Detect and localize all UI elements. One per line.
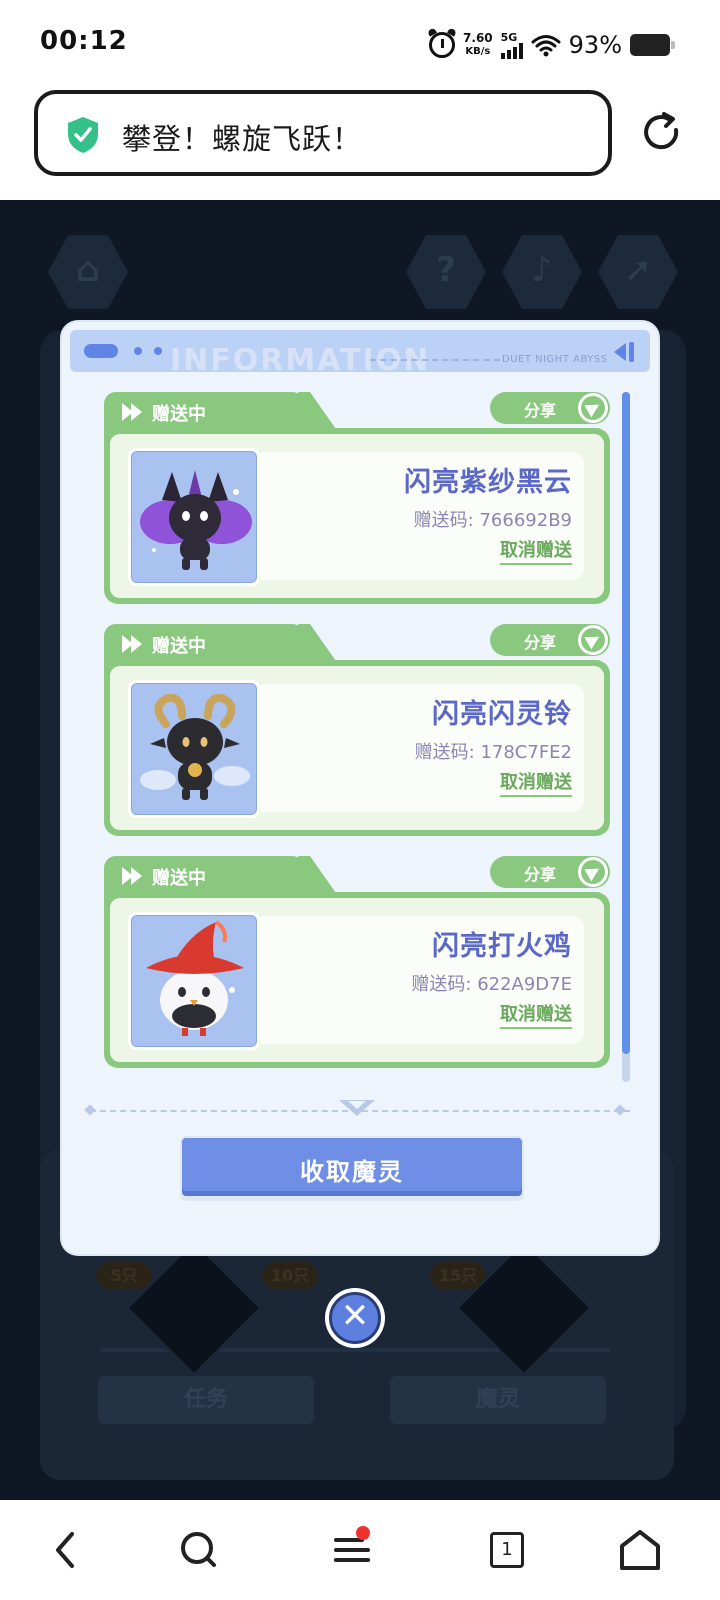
pet-name: 闪亮打火鸡 bbox=[432, 931, 572, 962]
share-arrow-icon bbox=[578, 393, 608, 423]
pet-image bbox=[131, 683, 257, 815]
cancel-gift-link[interactable]: 取消赠送 bbox=[500, 1000, 572, 1029]
fast-forward-icon bbox=[122, 403, 144, 421]
gift-code: 赠送码: 766692B9 bbox=[413, 510, 572, 531]
collapse-icon bbox=[614, 341, 638, 363]
chevron-down-icon bbox=[339, 1100, 375, 1116]
gift-card: 赠送中 分享 闪亮紫纱黑云 赠送码: 766692B9 取消赠送 bbox=[104, 392, 610, 604]
pet-image bbox=[131, 915, 257, 1047]
status-tab: 赠送中 bbox=[104, 624, 304, 664]
gift-card: 赠送中 分享 闪亮闪灵铃 赠送码: 178C7FE2 取消赠送 bbox=[104, 624, 610, 836]
share-arrow-icon bbox=[578, 625, 608, 655]
tabs-button[interactable]: 1 bbox=[478, 1524, 538, 1576]
milestone-badge: 10只 bbox=[262, 1262, 318, 1290]
card-body: 闪亮紫纱黑云 赠送码: 766692B9 取消赠送 bbox=[104, 428, 610, 604]
network-speed: 7.60 KB/s bbox=[463, 31, 493, 58]
page-title: 攀登！螺旋飞跃！ bbox=[122, 122, 363, 156]
share-button[interactable]: 分享 bbox=[490, 624, 610, 656]
cancel-gift-link[interactable]: 取消赠送 bbox=[500, 536, 572, 565]
info-panel: 闪亮闪灵铃 赠送码: 178C7FE2 取消赠送 bbox=[254, 684, 584, 812]
card-body: 闪亮打火鸡 赠送码: 622A9D7E 取消赠送 bbox=[104, 892, 610, 1068]
close-icon: ✕ bbox=[340, 1296, 370, 1336]
menu-icon bbox=[334, 1538, 370, 1562]
scrollbar-thumb[interactable] bbox=[622, 392, 630, 1054]
menu-button[interactable] bbox=[322, 1524, 382, 1576]
info-panel: 闪亮紫纱黑云 赠送码: 766692B9 取消赠送 bbox=[254, 452, 584, 580]
pet-image bbox=[131, 451, 257, 583]
battery-icon bbox=[630, 34, 675, 56]
shield-check-icon bbox=[68, 117, 98, 153]
help-icon[interactable]: ? bbox=[406, 235, 486, 309]
pet-image-frame bbox=[128, 912, 260, 1050]
pet-name: 闪亮闪灵铃 bbox=[432, 699, 572, 730]
collect-spirits-button[interactable]: 收取魔灵 bbox=[180, 1136, 524, 1198]
share-button[interactable]: 分享 bbox=[490, 856, 610, 888]
home-icon bbox=[620, 1530, 660, 1570]
wifi-icon bbox=[531, 35, 561, 57]
status-tab: 赠送中 bbox=[104, 392, 304, 432]
back-button[interactable] bbox=[36, 1524, 96, 1576]
header-decoration-text: INFORMATION bbox=[170, 348, 431, 374]
status-tab: 赠送中 bbox=[104, 856, 304, 896]
share-button[interactable]: 分享 bbox=[490, 392, 610, 424]
milestone-badge: 5只 bbox=[96, 1262, 152, 1290]
chevron-left-icon bbox=[56, 1532, 74, 1568]
status-bar: 00:12 7.60 KB/s 5G 93% bbox=[0, 0, 720, 88]
address-bar[interactable]: 攀登！螺旋飞跃！ bbox=[34, 90, 612, 176]
home-icon[interactable]: ⌂ bbox=[48, 235, 128, 309]
browser-nav-bar: 1 bbox=[0, 1500, 720, 1600]
share-arrow-icon bbox=[578, 857, 608, 887]
tab-tasks[interactable]: 任务 bbox=[98, 1376, 314, 1424]
fast-forward-icon bbox=[122, 867, 144, 885]
reload-button[interactable] bbox=[640, 110, 684, 154]
status-label: 赠送中 bbox=[152, 636, 206, 657]
close-modal-button[interactable]: ✕ bbox=[325, 1288, 385, 1348]
pet-name: 闪亮紫纱黑云 bbox=[404, 467, 572, 498]
cancel-gift-link[interactable]: 取消赠送 bbox=[500, 768, 572, 797]
gift-card: 赠送中 分享 闪亮打火鸡 赠送码: 622A9D7E 取消赠送 bbox=[104, 856, 610, 1068]
info-panel: 闪亮打火鸡 赠送码: 622A9D7E 取消赠送 bbox=[254, 916, 584, 1044]
status-icons: 7.60 KB/s 5G 93% bbox=[429, 28, 675, 62]
search-icon bbox=[181, 1532, 216, 1567]
fast-forward-icon bbox=[122, 635, 144, 653]
music-icon[interactable]: ♪ bbox=[502, 235, 582, 309]
search-button[interactable] bbox=[168, 1524, 228, 1576]
home-button[interactable] bbox=[610, 1524, 670, 1576]
gift-code: 赠送码: 622A9D7E bbox=[411, 974, 572, 995]
notification-dot bbox=[356, 1526, 370, 1540]
battery-percent: 93% bbox=[568, 31, 622, 59]
gift-list-modal: INFORMATION DUET NIGHT ABYSS 赠送中 分享 闪亮紫纱… bbox=[62, 322, 658, 1254]
share-page-icon[interactable]: ➚ bbox=[598, 235, 678, 309]
cellular-signal-icon: 5G bbox=[500, 32, 523, 59]
alarm-icon bbox=[429, 32, 456, 58]
header-brand: DUET NIGHT ABYSS bbox=[502, 354, 608, 365]
card-body: 闪亮闪灵铃 赠送码: 178C7FE2 取消赠送 bbox=[104, 660, 610, 836]
tab-spirits[interactable]: 魔灵 bbox=[390, 1376, 606, 1424]
pet-image-frame bbox=[128, 680, 260, 818]
pet-image-frame bbox=[128, 448, 260, 586]
status-label: 赠送中 bbox=[152, 868, 206, 889]
status-label: 赠送中 bbox=[152, 404, 206, 425]
status-time: 00:12 bbox=[40, 26, 128, 56]
tabs-count: 1 bbox=[490, 1532, 524, 1568]
modal-header: INFORMATION DUET NIGHT ABYSS bbox=[70, 330, 650, 374]
gift-code: 赠送码: 178C7FE2 bbox=[414, 742, 572, 763]
